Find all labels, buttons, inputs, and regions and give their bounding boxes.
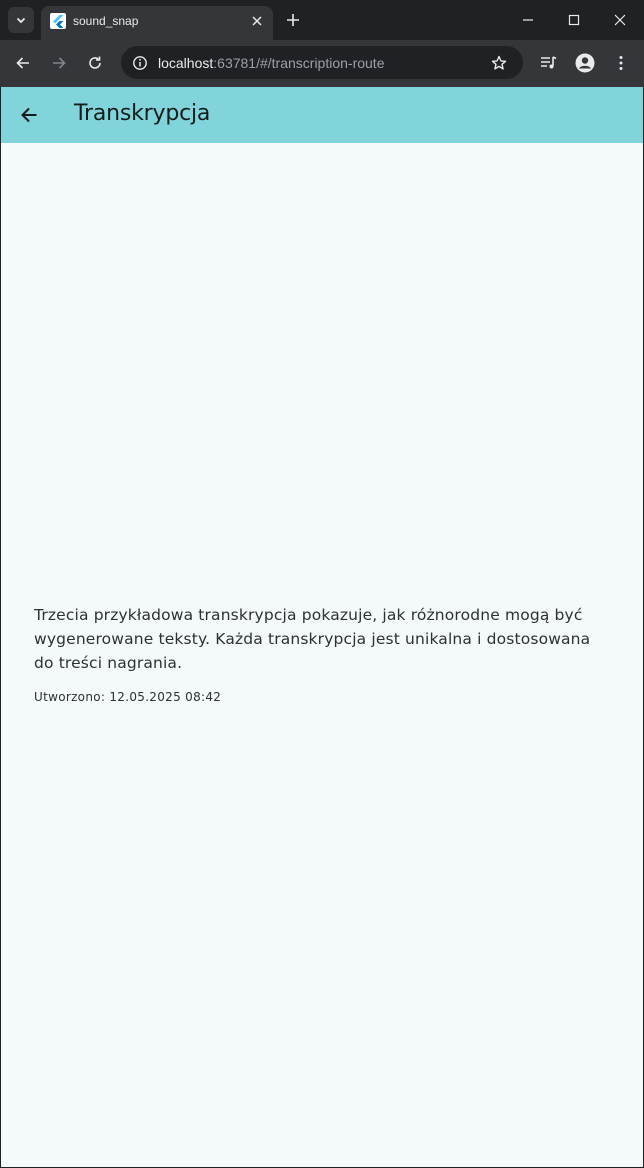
plus-icon	[286, 13, 300, 27]
created-timestamp: Utworzono: 12.05.2025 08:42	[34, 690, 614, 704]
kebab-menu-icon	[618, 55, 624, 71]
transcription-content: Trzecia przykładowa transkrypcja pokazuj…	[34, 603, 614, 704]
arrow-right-icon	[51, 55, 67, 71]
reload-button[interactable]	[83, 51, 107, 75]
media-queue-icon	[540, 55, 558, 71]
maximize-icon	[568, 14, 580, 26]
transcription-text: Trzecia przykładowa transkrypcja pokazuj…	[34, 606, 591, 672]
bookmark-button[interactable]	[488, 52, 510, 74]
url-text: localhost:63781/#/transcription-route	[158, 55, 384, 71]
created-value: 12.05.2025 08:42	[109, 690, 222, 704]
close-tab-button[interactable]	[247, 11, 267, 31]
chevron-down-icon	[15, 14, 27, 26]
browser-titlebar: sound_snap	[0, 0, 644, 40]
browser-tab-active[interactable]: sound_snap	[41, 6, 273, 40]
address-bar[interactable]: localhost:63781/#/transcription-route	[121, 46, 523, 79]
page-title: Transkrypcja	[74, 101, 211, 126]
minimize-button[interactable]	[516, 8, 540, 32]
profile-icon	[575, 53, 595, 73]
close-window-button[interactable]	[608, 8, 632, 32]
tab-title: sound_snap	[73, 14, 139, 28]
url-host: localhost	[158, 55, 214, 71]
arrow-left-icon	[20, 106, 38, 124]
minimize-icon	[522, 14, 534, 26]
profile-button[interactable]	[573, 51, 597, 75]
tab-search-button[interactable]	[8, 7, 34, 33]
maximize-button[interactable]	[562, 8, 586, 32]
app-page: Transkrypcja Trzecia przykładowa transkr…	[0, 87, 644, 1168]
info-icon[interactable]	[129, 52, 151, 74]
back-nav-button[interactable]	[11, 51, 35, 75]
created-label: Utworzono:	[34, 690, 106, 704]
back-button[interactable]	[15, 101, 43, 129]
forward-nav-button[interactable]	[47, 51, 71, 75]
close-icon	[251, 15, 263, 27]
close-icon	[614, 14, 626, 26]
star-icon	[491, 55, 507, 71]
url-path: :63781/#/transcription-route	[213, 55, 385, 71]
arrow-left-icon	[15, 55, 31, 71]
flutter-icon	[50, 13, 66, 29]
browser-toolbar: localhost:63781/#/transcription-route	[0, 40, 644, 87]
app-bar: Transkrypcja	[1, 87, 643, 143]
media-controls-button[interactable]	[537, 51, 561, 75]
reload-icon	[87, 55, 103, 71]
browser-menu-button[interactable]	[609, 51, 633, 75]
new-tab-button[interactable]	[282, 9, 304, 31]
